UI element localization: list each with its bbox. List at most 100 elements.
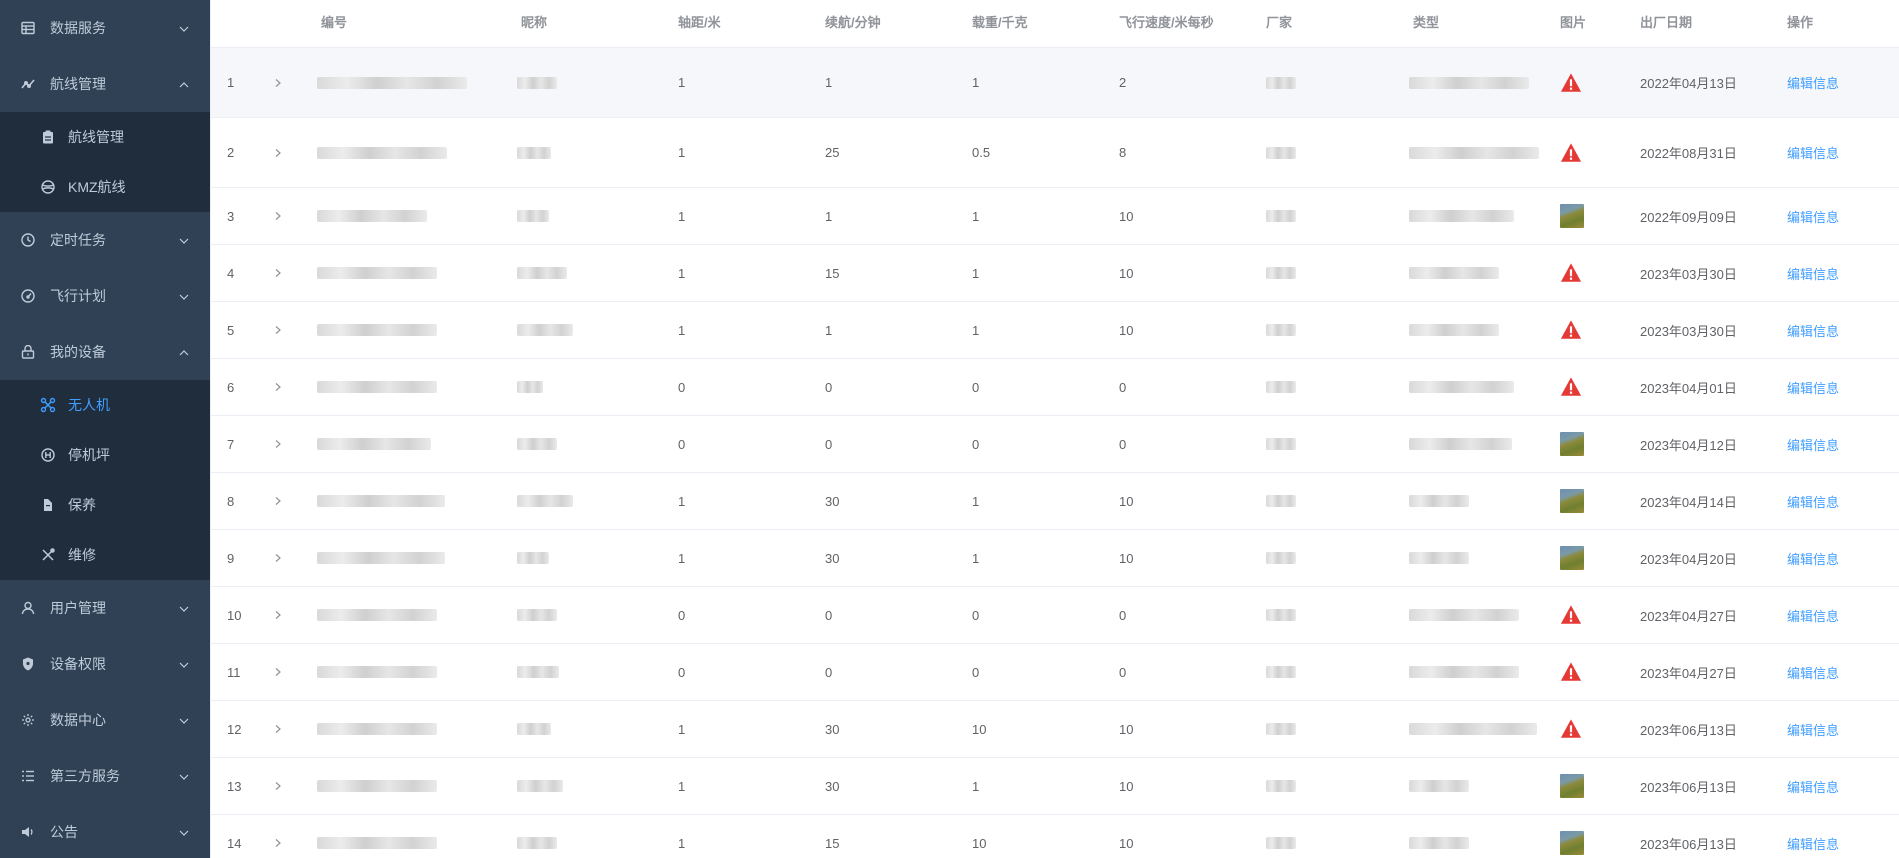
edit-info-link[interactable]: 编辑信息 — [1787, 245, 1839, 301]
table-row[interactable]: 7 0 0 0 0 2023年04月12日 编辑信息 — [211, 416, 1899, 473]
speaker-icon — [20, 824, 36, 840]
endurance-cell: 1 — [825, 208, 833, 224]
edit-info-link[interactable]: 编辑信息 — [1787, 644, 1839, 700]
nickname-cell — [517, 701, 551, 757]
expand-chevron-icon[interactable] — [273, 416, 283, 472]
wheelbase-cell: 0 — [678, 607, 686, 623]
edit-info-link[interactable]: 编辑信息 — [1787, 473, 1839, 529]
table-row[interactable]: 10 0 0 0 0 2023年04月27日 编辑信息 — [211, 587, 1899, 644]
table-row[interactable]: 3 1 1 1 10 2022年09月09日 编辑信息 — [211, 188, 1899, 245]
sidebar-menu-8[interactable]: 第三方服务 — [0, 748, 210, 804]
sidebar-menu-2[interactable]: 定时任务 — [0, 212, 210, 268]
table-icon — [20, 20, 36, 36]
table-row[interactable]: 5 1 1 1 10 2023年03月30日 编辑信息 — [211, 302, 1899, 359]
table-row[interactable]: 9 1 30 1 10 2023年04月20日 编辑信息 — [211, 530, 1899, 587]
column-header: 厂家 — [1266, 15, 1293, 30]
code-cell — [317, 758, 437, 814]
payload-cell: 10 — [972, 721, 987, 737]
table-row[interactable]: 6 0 0 0 0 2023年04月01日 编辑信息 — [211, 359, 1899, 416]
image-error-icon[interactable] — [1560, 701, 1582, 757]
sidebar-menu-1[interactable]: 航线管理 — [0, 56, 210, 112]
expand-chevron-icon[interactable] — [273, 701, 283, 757]
endurance-cell: 1 — [825, 322, 833, 338]
expand-chevron-icon[interactable] — [273, 245, 283, 301]
type-cell — [1409, 701, 1537, 757]
table-row[interactable]: 4 1 15 1 10 2023年03月30日 编辑信息 — [211, 245, 1899, 302]
edit-info-link[interactable]: 编辑信息 — [1787, 48, 1839, 117]
expand-chevron-icon[interactable] — [273, 118, 283, 187]
table-row[interactable]: 13 1 30 1 10 2023年06月13日 编辑信息 — [211, 758, 1899, 815]
chevron-down-icon — [178, 602, 190, 614]
sidebar-menu-5[interactable]: 用户管理 — [0, 580, 210, 636]
drone-thumbnail[interactable] — [1560, 530, 1584, 586]
sidebar-menu-6[interactable]: 设备权限 — [0, 636, 210, 692]
redacted-text — [317, 381, 437, 393]
table-row[interactable]: 2 1 25 0.5 8 2022年08月31日 编辑信息 — [211, 118, 1899, 188]
table-row[interactable]: 1 1 1 1 2 2022年04月13日 编辑信息 — [211, 48, 1899, 118]
sidebar-subitem-4-1[interactable]: 停机坪 — [0, 430, 210, 480]
edit-info-link[interactable]: 编辑信息 — [1787, 416, 1839, 472]
edit-info-link[interactable]: 编辑信息 — [1787, 302, 1839, 358]
image-error-icon[interactable] — [1560, 118, 1582, 187]
expand-chevron-icon[interactable] — [273, 815, 283, 858]
image-error-icon[interactable] — [1560, 359, 1582, 415]
edit-info-link[interactable]: 编辑信息 — [1787, 587, 1839, 643]
sidebar-subitem-1-1[interactable]: KMZ航线 — [0, 162, 210, 212]
thumbnail-image — [1560, 546, 1584, 570]
image-error-icon[interactable] — [1560, 587, 1582, 643]
edit-info-link[interactable]: 编辑信息 — [1787, 815, 1839, 858]
sidebar-menu-3[interactable]: 飞行计划 — [0, 268, 210, 324]
code-cell — [317, 530, 445, 586]
image-error-icon[interactable] — [1560, 644, 1582, 700]
sidebar-menu-9[interactable]: 公告 — [0, 804, 210, 858]
expand-chevron-icon[interactable] — [273, 302, 283, 358]
drone-thumbnail[interactable] — [1560, 758, 1584, 814]
sidebar-menu-label: 用户管理 — [50, 600, 106, 616]
expand-chevron-icon[interactable] — [273, 587, 283, 643]
expand-chevron-icon[interactable] — [273, 359, 283, 415]
image-error-icon[interactable] — [1560, 245, 1582, 301]
redacted-text — [517, 76, 557, 89]
edit-info-link[interactable]: 编辑信息 — [1787, 188, 1839, 244]
sidebar-menu-7[interactable]: 数据中心 — [0, 692, 210, 748]
image-error-icon[interactable] — [1560, 302, 1582, 358]
chevron-up-icon — [178, 346, 190, 358]
edit-info-link[interactable]: 编辑信息 — [1787, 530, 1839, 586]
sidebar-menu-0[interactable]: 数据服务 — [0, 0, 210, 56]
expand-chevron-icon[interactable] — [273, 644, 283, 700]
edit-info-link[interactable]: 编辑信息 — [1787, 758, 1839, 814]
vendor-cell — [1266, 302, 1296, 358]
endurance-cell: 30 — [825, 721, 840, 737]
expand-chevron-icon[interactable] — [273, 48, 283, 117]
sidebar-menu-4[interactable]: 我的设备 — [0, 324, 210, 380]
image-error-icon[interactable] — [1560, 48, 1582, 117]
speed-cell: 10 — [1119, 493, 1134, 509]
type-cell — [1409, 815, 1469, 858]
drone-thumbnail[interactable] — [1560, 815, 1584, 858]
expand-chevron-icon[interactable] — [273, 758, 283, 814]
sidebar-subitem-4-2[interactable]: 保养 — [0, 480, 210, 530]
sidebar-subitem-1-0[interactable]: 航线管理 — [0, 112, 210, 162]
chevron-down-icon — [178, 22, 190, 34]
clock-icon — [20, 232, 36, 248]
edit-info-link[interactable]: 编辑信息 — [1787, 701, 1839, 757]
row-index: 10 — [227, 607, 242, 623]
table-row[interactable]: 8 1 30 1 10 2023年04月14日 编辑信息 — [211, 473, 1899, 530]
payload-cell: 1 — [972, 778, 980, 794]
drone-thumbnail[interactable] — [1560, 473, 1584, 529]
expand-chevron-icon[interactable] — [273, 473, 283, 529]
edit-info-link[interactable]: 编辑信息 — [1787, 359, 1839, 415]
redacted-text — [317, 609, 437, 621]
expand-chevron-icon[interactable] — [273, 188, 283, 244]
drone-thumbnail[interactable] — [1560, 416, 1584, 472]
table-row[interactable]: 14 1 15 10 10 2023年06月13日 编辑信息 — [211, 815, 1899, 858]
drone-thumbnail[interactable] — [1560, 188, 1584, 244]
edit-info-link[interactable]: 编辑信息 — [1787, 118, 1839, 187]
sidebar-subitem-4-0[interactable]: 无人机 — [0, 380, 210, 430]
table-row[interactable]: 12 1 30 10 10 2023年06月13日 编辑信息 — [211, 701, 1899, 758]
table-row[interactable]: 11 0 0 0 0 2023年04月27日 编辑信息 — [211, 644, 1899, 701]
expand-chevron-icon[interactable] — [273, 530, 283, 586]
wheelbase-cell: 1 — [678, 322, 686, 338]
column-header: 昵称 — [521, 15, 548, 30]
sidebar-subitem-4-3[interactable]: 维修 — [0, 530, 210, 580]
